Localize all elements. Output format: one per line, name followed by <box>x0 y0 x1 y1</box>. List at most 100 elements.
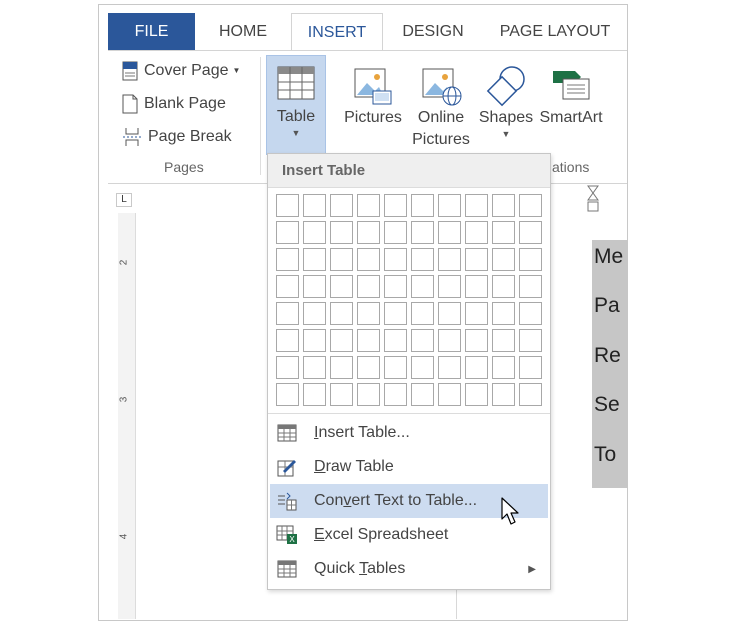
table-grid-cell[interactable] <box>303 248 326 271</box>
insert-table-menu-item[interactable]: Insert Table... <box>270 416 548 450</box>
table-grid-cell[interactable] <box>492 275 515 298</box>
table-grid-cell[interactable] <box>330 275 353 298</box>
table-grid-cell[interactable] <box>357 248 380 271</box>
table-grid-cell[interactable] <box>384 383 407 406</box>
table-grid-cell[interactable] <box>411 194 434 217</box>
table-grid-cell[interactable] <box>276 275 299 298</box>
table-grid-cell[interactable] <box>276 248 299 271</box>
online-pictures-button[interactable]: Online Pictures <box>410 59 472 151</box>
table-grid-cell[interactable] <box>438 194 461 217</box>
blank-page-icon <box>122 94 138 114</box>
tab-selector[interactable]: L <box>116 193 132 207</box>
table-grid-cell[interactable] <box>438 275 461 298</box>
table-grid-cell[interactable] <box>330 356 353 379</box>
table-grid-cell[interactable] <box>465 383 488 406</box>
table-grid-cell[interactable] <box>303 275 326 298</box>
table-grid-cell[interactable] <box>384 302 407 325</box>
shapes-button[interactable]: Shapes ▼ <box>476 59 536 139</box>
table-grid-cell[interactable] <box>519 248 542 271</box>
table-grid-cell[interactable] <box>465 356 488 379</box>
table-grid-cell[interactable] <box>303 221 326 244</box>
blank-page-button[interactable]: Blank Page <box>122 90 226 118</box>
table-grid-cell[interactable] <box>330 383 353 406</box>
table-grid-cell[interactable] <box>357 329 380 352</box>
table-grid-cell[interactable] <box>519 194 542 217</box>
table-grid-cell[interactable] <box>465 329 488 352</box>
table-grid-cell[interactable] <box>411 275 434 298</box>
table-grid-cell[interactable] <box>357 221 380 244</box>
draw-table-menu-item[interactable]: Draw Table <box>270 450 548 484</box>
table-grid-cell[interactable] <box>276 383 299 406</box>
tab-file[interactable]: FILE <box>108 13 195 50</box>
tab-page-layout[interactable]: PAGE LAYOUT <box>483 13 627 50</box>
table-grid-cell[interactable] <box>519 221 542 244</box>
table-grid-cell[interactable] <box>357 194 380 217</box>
table-grid-cell[interactable] <box>465 221 488 244</box>
table-grid-cell[interactable] <box>276 329 299 352</box>
table-grid-cell[interactable] <box>357 383 380 406</box>
tab-home[interactable]: HOME <box>195 13 291 50</box>
table-grid-cell[interactable] <box>492 356 515 379</box>
table-grid-cell[interactable] <box>411 221 434 244</box>
table-grid-cell[interactable] <box>330 248 353 271</box>
table-grid-cell[interactable] <box>411 302 434 325</box>
tab-insert[interactable]: INSERT <box>291 13 383 51</box>
smartart-button[interactable]: SmartArt <box>536 59 606 129</box>
table-grid-cell[interactable] <box>438 329 461 352</box>
table-grid-cell[interactable] <box>303 302 326 325</box>
table-grid-cell[interactable] <box>438 356 461 379</box>
table-grid-cell[interactable] <box>411 356 434 379</box>
table-grid-cell[interactable] <box>465 248 488 271</box>
cover-page-button[interactable]: Cover Page ▼ <box>122 57 240 85</box>
table-grid-cell[interactable] <box>519 275 542 298</box>
table-grid-cell[interactable] <box>384 356 407 379</box>
table-grid-cell[interactable] <box>519 383 542 406</box>
table-grid-cell[interactable] <box>303 356 326 379</box>
quick-tables-menu-item[interactable]: Quick Tables ▶ <box>270 552 548 586</box>
table-grid-cell[interactable] <box>276 194 299 217</box>
table-grid-cell[interactable] <box>330 221 353 244</box>
table-grid-cell[interactable] <box>276 356 299 379</box>
table-grid-cell[interactable] <box>519 302 542 325</box>
table-grid-cell[interactable] <box>492 194 515 217</box>
table-grid-cell[interactable] <box>276 302 299 325</box>
table-grid-cell[interactable] <box>330 329 353 352</box>
table-grid-cell[interactable] <box>411 248 434 271</box>
table-grid-cell[interactable] <box>384 329 407 352</box>
page-break-button[interactable]: Page Break <box>122 123 232 151</box>
table-grid-cell[interactable] <box>384 275 407 298</box>
table-grid-cell[interactable] <box>303 383 326 406</box>
table-grid-cell[interactable] <box>465 302 488 325</box>
table-grid-cell[interactable] <box>330 194 353 217</box>
table-grid-cell[interactable] <box>519 329 542 352</box>
table-grid-cell[interactable] <box>384 248 407 271</box>
table-grid-cell[interactable] <box>384 221 407 244</box>
table-grid-cell[interactable] <box>411 383 434 406</box>
table-grid-cell[interactable] <box>492 329 515 352</box>
table-grid-cell[interactable] <box>303 329 326 352</box>
table-grid-cell[interactable] <box>276 221 299 244</box>
table-grid-cell[interactable] <box>492 248 515 271</box>
indent-marker-icon[interactable] <box>586 185 600 213</box>
table-grid-cell[interactable] <box>438 221 461 244</box>
table-grid-cell[interactable] <box>465 275 488 298</box>
tab-design[interactable]: DESIGN <box>383 13 483 50</box>
table-grid-cell[interactable] <box>357 356 380 379</box>
table-grid-cell[interactable] <box>492 221 515 244</box>
table-grid-cell[interactable] <box>519 356 542 379</box>
table-grid-cell[interactable] <box>438 248 461 271</box>
table-grid-cell[interactable] <box>438 302 461 325</box>
table-grid-cell[interactable] <box>357 302 380 325</box>
pictures-button[interactable]: Pictures <box>342 59 404 129</box>
table-grid-cell[interactable] <box>303 194 326 217</box>
table-grid-cell[interactable] <box>330 302 353 325</box>
table-grid-cell[interactable] <box>357 275 380 298</box>
chevron-down-icon: ▼ <box>232 66 241 75</box>
table-grid-cell[interactable] <box>438 383 461 406</box>
table-grid-cell[interactable] <box>411 329 434 352</box>
table-grid-cell[interactable] <box>384 194 407 217</box>
table-grid-cell[interactable] <box>492 383 515 406</box>
table-grid-cell[interactable] <box>492 302 515 325</box>
table-grid-cell[interactable] <box>465 194 488 217</box>
table-button[interactable]: Table ▼ <box>266 55 326 155</box>
